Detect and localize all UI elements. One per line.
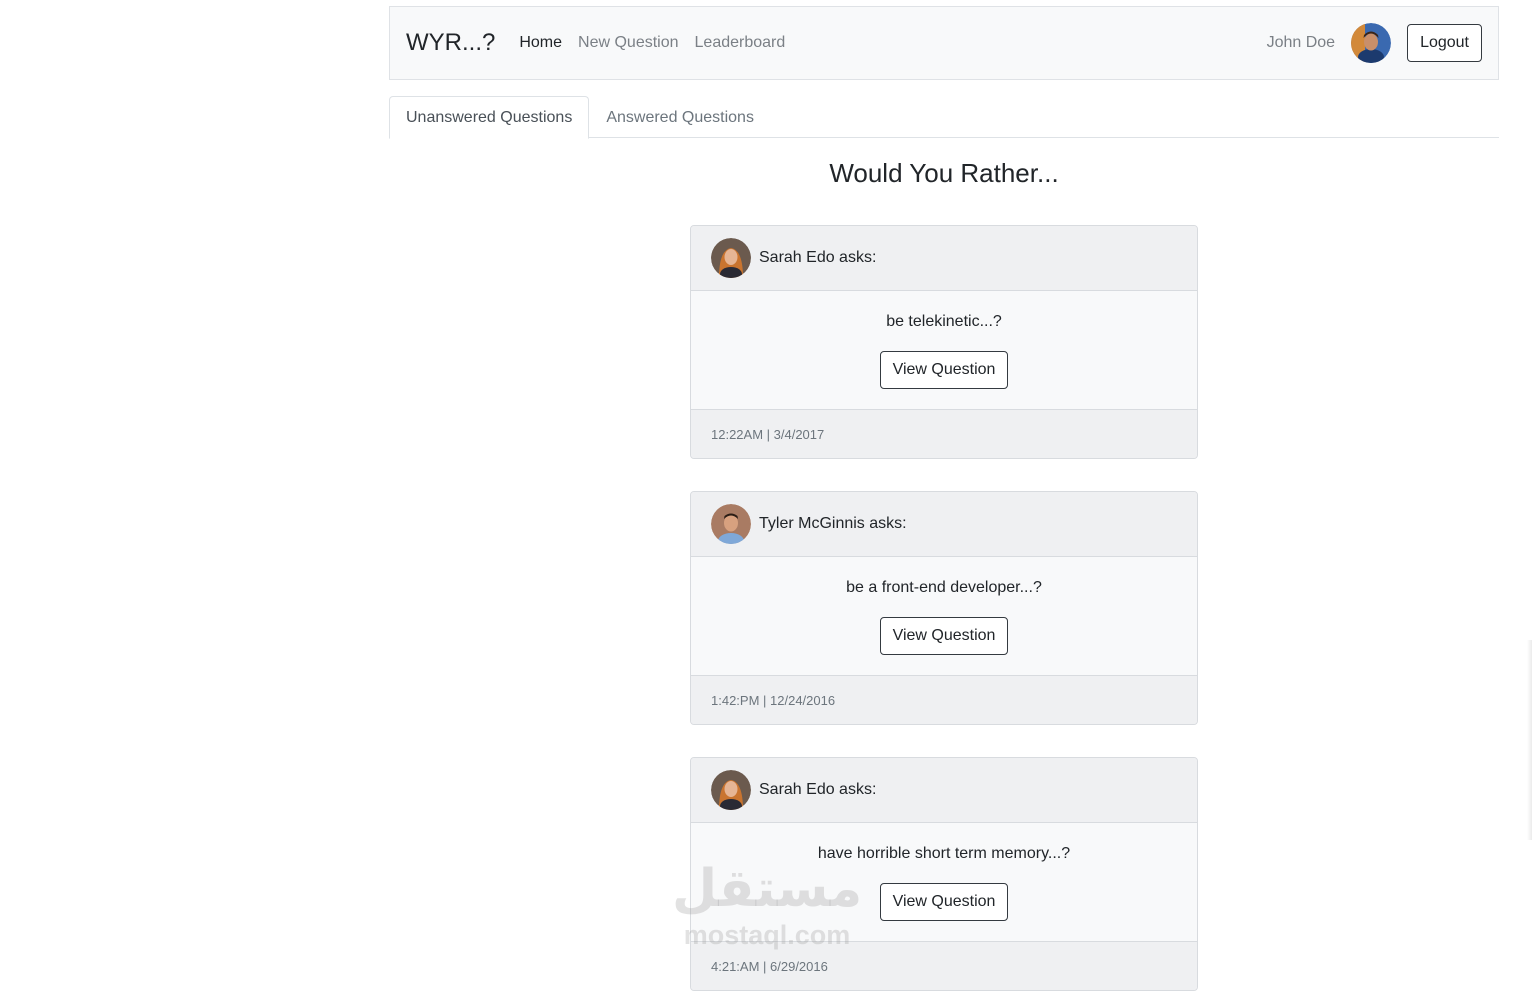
top-navbar: WYR...? Home New Question Leaderboard Jo… bbox=[389, 6, 1499, 80]
question-card: Tyler McGinnis asks: be a front-end deve… bbox=[690, 491, 1198, 725]
question-tabs: Unanswered Questions Answered Questions bbox=[389, 96, 1499, 139]
asker-name: Sarah Edo asks: bbox=[759, 781, 877, 798]
nav-link-home[interactable]: Home bbox=[519, 34, 562, 52]
question-card-footer: 1:42:PM | 12/24/2016 bbox=[691, 676, 1197, 724]
asker-avatar bbox=[711, 770, 751, 810]
brand-logo[interactable]: WYR...? bbox=[406, 29, 495, 57]
question-card-footer: 4:21:AM | 6/29/2016 bbox=[691, 942, 1197, 990]
question-option-preview: have horrible short term memory...? bbox=[817, 845, 1071, 862]
question-timestamp: 1:42:PM | 12/24/2016 bbox=[711, 692, 836, 708]
view-question-button[interactable]: View Question bbox=[879, 617, 1009, 655]
question-card-body: have horrible short term memory...? View… bbox=[691, 823, 1197, 942]
asker-name: Tyler McGinnis asks: bbox=[759, 515, 907, 532]
page-title: Would You Rather... bbox=[829, 158, 1059, 188]
view-question-button[interactable]: View Question bbox=[879, 883, 1009, 921]
question-card: Sarah Edo asks: be telekinetic...? View … bbox=[690, 225, 1198, 459]
tab-unanswered-questions[interactable]: Unanswered Questions bbox=[389, 96, 590, 139]
question-timestamp: 4:21:AM | 6/29/2016 bbox=[711, 958, 828, 974]
question-card-body: be a front-end developer...? View Questi… bbox=[691, 557, 1197, 676]
asker-name: Sarah Edo asks: bbox=[759, 249, 877, 266]
question-timestamp: 12:22AM | 3/4/2017 bbox=[711, 426, 825, 442]
navbar-user-area: John Doe Logout bbox=[1267, 23, 1482, 63]
question-card-footer: 12:22AM | 3/4/2017 bbox=[691, 410, 1197, 458]
asker-avatar bbox=[711, 238, 751, 278]
current-user-avatar bbox=[1351, 23, 1392, 63]
scrollbar-edge[interactable] bbox=[1527, 640, 1532, 840]
question-option-preview: be a front-end developer...? bbox=[846, 579, 1042, 596]
question-card-header: Sarah Edo asks: bbox=[691, 758, 1197, 823]
question-card-header: Sarah Edo asks: bbox=[691, 226, 1197, 291]
nav-link-new-question[interactable]: New Question bbox=[578, 34, 679, 52]
asker-avatar bbox=[711, 504, 751, 544]
question-option-preview: be telekinetic...? bbox=[886, 313, 1002, 330]
question-card-body: be telekinetic...? View Question bbox=[691, 291, 1197, 410]
logout-button[interactable]: Logout bbox=[1407, 24, 1482, 62]
nav-link-leaderboard[interactable]: Leaderboard bbox=[695, 34, 786, 52]
view-question-button[interactable]: View Question bbox=[879, 351, 1009, 389]
tab-answered-questions[interactable]: Answered Questions bbox=[589, 96, 771, 138]
current-user-name: John Doe bbox=[1266, 34, 1336, 51]
question-card-header: Tyler McGinnis asks: bbox=[691, 492, 1197, 557]
question-card: Sarah Edo asks: have horrible short term… bbox=[690, 757, 1198, 991]
